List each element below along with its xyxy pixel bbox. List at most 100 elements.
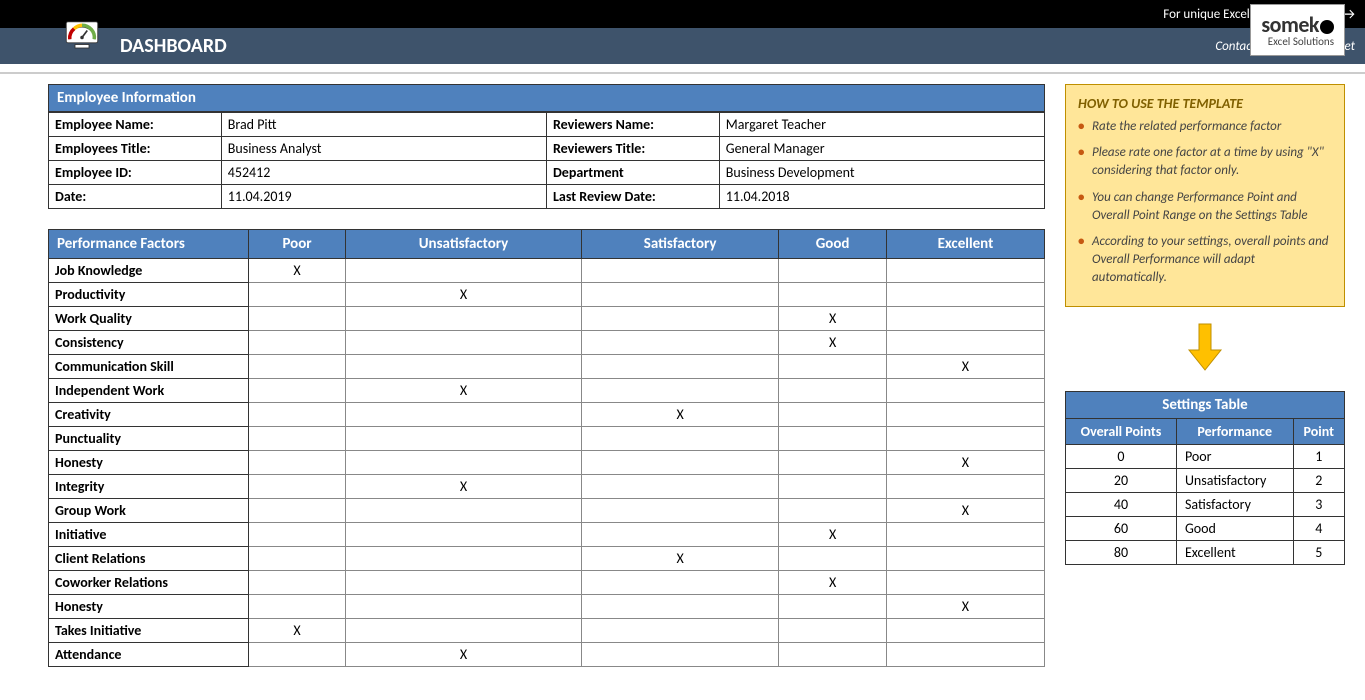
rating-cell[interactable]: X xyxy=(346,643,582,667)
point-cell[interactable]: 4 xyxy=(1293,516,1344,540)
rating-cell[interactable] xyxy=(886,523,1044,547)
field-value[interactable]: Margaret Teacher xyxy=(719,113,1044,137)
point-cell[interactable]: 3 xyxy=(1293,492,1344,516)
perf-cell[interactable]: Excellent xyxy=(1176,540,1293,564)
field-value[interactable]: Business Development xyxy=(719,161,1044,185)
rating-cell[interactable] xyxy=(249,427,346,451)
rating-cell[interactable] xyxy=(581,307,778,331)
rating-cell[interactable] xyxy=(779,379,887,403)
rating-cell[interactable] xyxy=(779,499,887,523)
rating-cell[interactable] xyxy=(249,307,346,331)
rating-cell[interactable] xyxy=(346,355,582,379)
rating-cell[interactable] xyxy=(249,547,346,571)
rating-cell[interactable] xyxy=(249,403,346,427)
rating-cell[interactable]: X xyxy=(581,403,778,427)
perf-cell[interactable]: Poor xyxy=(1176,444,1293,468)
rating-cell[interactable] xyxy=(581,595,778,619)
rating-cell[interactable] xyxy=(581,331,778,355)
rating-cell[interactable] xyxy=(779,427,887,451)
rating-cell[interactable] xyxy=(249,331,346,355)
rating-cell[interactable]: X xyxy=(886,451,1044,475)
rating-cell[interactable] xyxy=(779,283,887,307)
rating-cell[interactable] xyxy=(886,307,1044,331)
rating-cell[interactable] xyxy=(346,619,582,643)
point-cell[interactable]: 1 xyxy=(1293,444,1344,468)
rating-cell[interactable] xyxy=(346,331,582,355)
point-cell[interactable]: 2 xyxy=(1293,468,1344,492)
rating-cell[interactable] xyxy=(886,283,1044,307)
field-value[interactable]: 11.04.2019 xyxy=(221,185,546,209)
points-cell[interactable]: 80 xyxy=(1066,540,1177,564)
rating-cell[interactable]: X xyxy=(346,475,582,499)
rating-cell[interactable]: X xyxy=(249,619,346,643)
rating-cell[interactable] xyxy=(779,259,887,283)
field-value[interactable]: Brad Pitt xyxy=(221,113,546,137)
rating-cell[interactable]: X xyxy=(346,379,582,403)
points-cell[interactable]: 0 xyxy=(1066,444,1177,468)
field-value[interactable]: 11.04.2018 xyxy=(719,185,1044,209)
field-value[interactable]: Business Analyst xyxy=(221,137,546,161)
rating-cell[interactable] xyxy=(886,475,1044,499)
rating-cell[interactable] xyxy=(249,475,346,499)
rating-cell[interactable] xyxy=(779,595,887,619)
rating-cell[interactable]: X xyxy=(346,283,582,307)
rating-cell[interactable] xyxy=(886,643,1044,667)
rating-cell[interactable] xyxy=(249,283,346,307)
field-value[interactable]: 452412 xyxy=(221,161,546,185)
rating-cell[interactable] xyxy=(779,547,887,571)
rating-cell[interactable]: X xyxy=(779,307,887,331)
rating-cell[interactable] xyxy=(581,355,778,379)
rating-cell[interactable]: X xyxy=(779,571,887,595)
rating-cell[interactable] xyxy=(581,283,778,307)
rating-cell[interactable]: X xyxy=(886,355,1044,379)
rating-cell[interactable] xyxy=(581,451,778,475)
perf-cell[interactable]: Satisfactory xyxy=(1176,492,1293,516)
rating-cell[interactable] xyxy=(886,259,1044,283)
rating-cell[interactable] xyxy=(581,427,778,451)
rating-cell[interactable] xyxy=(346,307,582,331)
rating-cell[interactable] xyxy=(581,523,778,547)
rating-cell[interactable] xyxy=(581,379,778,403)
rating-cell[interactable] xyxy=(249,451,346,475)
rating-cell[interactable] xyxy=(249,379,346,403)
rating-cell[interactable]: X xyxy=(886,595,1044,619)
rating-cell[interactable] xyxy=(346,547,582,571)
rating-cell[interactable]: X xyxy=(249,259,346,283)
rating-cell[interactable] xyxy=(346,451,582,475)
rating-cell[interactable] xyxy=(346,571,582,595)
rating-cell[interactable] xyxy=(581,643,778,667)
rating-cell[interactable] xyxy=(779,475,887,499)
points-cell[interactable]: 20 xyxy=(1066,468,1177,492)
rating-cell[interactable] xyxy=(581,259,778,283)
rating-cell[interactable] xyxy=(346,403,582,427)
point-cell[interactable]: 5 xyxy=(1293,540,1344,564)
rating-cell[interactable] xyxy=(249,571,346,595)
rating-cell[interactable]: X xyxy=(779,523,887,547)
rating-cell[interactable] xyxy=(886,571,1044,595)
rating-cell[interactable]: X xyxy=(779,331,887,355)
rating-cell[interactable] xyxy=(346,259,582,283)
rating-cell[interactable] xyxy=(886,331,1044,355)
rating-cell[interactable] xyxy=(249,595,346,619)
perf-cell[interactable]: Good xyxy=(1176,516,1293,540)
rating-cell[interactable] xyxy=(346,427,582,451)
rating-cell[interactable] xyxy=(581,571,778,595)
rating-cell[interactable] xyxy=(779,403,887,427)
rating-cell[interactable] xyxy=(581,619,778,643)
rating-cell[interactable] xyxy=(581,499,778,523)
rating-cell[interactable] xyxy=(779,451,887,475)
field-value[interactable]: General Manager xyxy=(719,137,1044,161)
rating-cell[interactable] xyxy=(886,427,1044,451)
perf-cell[interactable]: Unsatisfactory xyxy=(1176,468,1293,492)
rating-cell[interactable] xyxy=(886,403,1044,427)
rating-cell[interactable] xyxy=(249,643,346,667)
brand-logo[interactable]: somek Excel Solutions xyxy=(1250,4,1345,56)
rating-cell[interactable] xyxy=(249,523,346,547)
rating-cell[interactable] xyxy=(886,619,1044,643)
rating-cell[interactable] xyxy=(346,499,582,523)
rating-cell[interactable] xyxy=(886,379,1044,403)
rating-cell[interactable]: X xyxy=(581,547,778,571)
rating-cell[interactable] xyxy=(581,475,778,499)
rating-cell[interactable]: X xyxy=(886,499,1044,523)
rating-cell[interactable] xyxy=(346,595,582,619)
